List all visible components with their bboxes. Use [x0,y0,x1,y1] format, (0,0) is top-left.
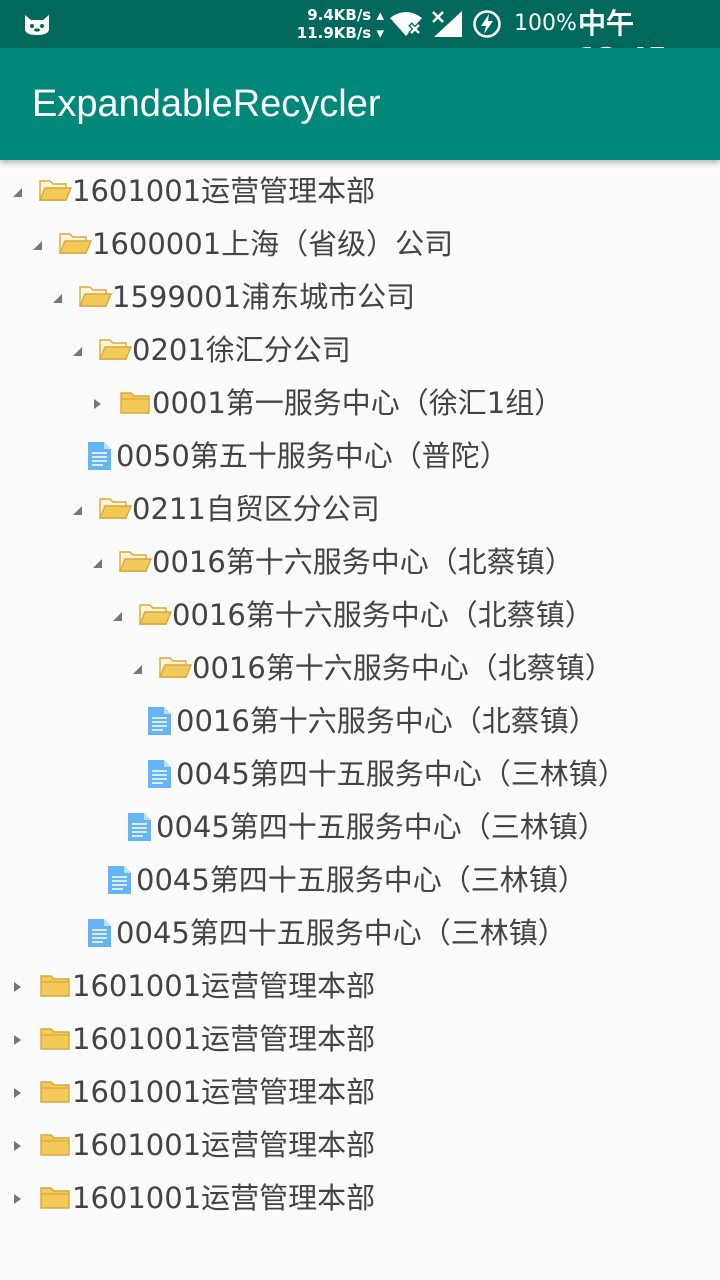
tree-row-label: 1601001运营管理本部 [72,1128,376,1162]
folder-closed-icon [40,1134,70,1156]
tree-row-folder[interactable]: 1601001运营管理本部 [0,1120,720,1173]
folder-closed-icon [40,975,70,997]
tree-row-label: 0016第十六服务中心（北蔡镇） [176,704,598,738]
tree-row-file[interactable]: 0045第四十五服务中心（三林镇） [0,908,720,961]
tree-row-folder[interactable]: 0016第十六服务中心（北蔡镇） [0,537,720,590]
tree-row-folder[interactable]: 1601001运营管理本部 [0,1173,720,1226]
file-icon [88,442,111,470]
battery-level: 100% [514,11,577,36]
expanded-arrow-icon[interactable] [70,503,84,517]
tree-row-label: 1601001运营管理本部 [72,1022,376,1056]
folder-open-icon [38,180,72,201]
tree-row-label: 0045第四十五服务中心（三林镇） [176,757,627,791]
tree-row-label: 0001第一服务中心（徐汇1组） [152,386,564,420]
expanded-arrow-icon[interactable] [110,609,124,623]
collapsed-arrow-icon[interactable] [10,1086,24,1100]
tree-row-file[interactable]: 0050第五十服务中心（普陀） [0,431,720,484]
tree-row-label: 0050第五十服务中心（普陀） [116,439,509,473]
collapsed-arrow-icon[interactable] [10,980,24,994]
file-icon [148,707,171,735]
folder-closed-icon [40,1081,70,1103]
tree-row-label: 0045第四十五服务中心（三林镇） [156,810,607,844]
tree-row-folder[interactable]: 0201徐汇分公司 [0,325,720,378]
tree-row-label: 1599001浦东城市公司 [112,280,416,314]
tree-row-label: 0045第四十五服务中心（三林镇） [116,916,567,950]
folder-open-icon [58,233,92,254]
tree-row-folder[interactable]: 0211自贸区分公司 [0,484,720,537]
tree-row-folder[interactable]: 1601001运营管理本部 [0,961,720,1014]
tree-row-label: 1601001运营管理本部 [72,174,376,208]
tree-row-folder[interactable]: 1601001运营管理本部 [0,166,720,219]
upload-speed: 11.9KB/s ▾ [296,24,384,42]
no-signal-icon [432,11,462,37]
folder-open-icon [118,551,152,572]
tree-row-file[interactable]: 0045第四十五服务中心（三林镇） [0,749,720,802]
expanded-arrow-icon[interactable] [70,344,84,358]
file-icon [148,760,171,788]
folder-open-icon [98,339,132,360]
network-speed: 9.4KB/s ▴ 11.9KB/s ▾ [292,6,384,42]
app-notification-icon [25,15,49,35]
tree-row-folder[interactable]: 0001第一服务中心（徐汇1组） [0,378,720,431]
file-icon [88,919,111,947]
folder-open-icon [158,657,192,678]
folder-open-icon [98,498,132,519]
tree-row-label: 1600001上海（省级）公司 [92,227,454,261]
wifi-icon [390,12,422,36]
tree-row-label: 0045第四十五服务中心（三林镇） [136,863,587,897]
app-bar: ExpandableRecycler [0,48,720,160]
status-bar: 9.4KB/s ▴ 11.9KB/s ▾ 100% 中午12:45 [0,0,720,74]
collapsed-arrow-icon[interactable] [10,1139,24,1153]
tree-row-folder[interactable]: 0016第十六服务中心（北蔡镇） [0,590,720,643]
expanded-arrow-icon[interactable] [10,185,24,199]
folder-closed-icon [120,392,150,414]
tree-row-label: 1601001运营管理本部 [72,969,376,1003]
tree-row-folder[interactable]: 1599001浦东城市公司 [0,272,720,325]
folder-closed-icon [40,1028,70,1050]
tree-row-folder[interactable]: 1601001运营管理本部 [0,1014,720,1067]
tree-row-label: 0016第十六服务中心（北蔡镇） [192,651,614,685]
charging-icon [473,10,501,38]
tree-row-file[interactable]: 0045第四十五服务中心（三林镇） [0,855,720,908]
collapsed-arrow-icon[interactable] [90,397,104,411]
tree-row-folder[interactable]: 1600001上海（省级）公司 [0,219,720,272]
tree-row-folder[interactable]: 1601001运营管理本部 [0,1067,720,1120]
tree-row-label: 1601001运营管理本部 [72,1181,376,1215]
file-icon [128,813,151,841]
download-speed: 9.4KB/s ▴ [307,6,384,24]
expanded-arrow-icon[interactable] [30,238,44,252]
app-title: ExpandableRecycler [32,83,381,125]
expanded-arrow-icon[interactable] [90,556,104,570]
tree-row-folder[interactable]: 0016第十六服务中心（北蔡镇） [0,643,720,696]
tree-row-label: 1601001运营管理本部 [72,1075,376,1109]
tree-list[interactable]: 1601001运营管理本部 1600001上海（省级）公司 1599001浦东城市公… [0,166,720,1226]
collapsed-arrow-icon[interactable] [10,1033,24,1047]
file-icon [108,866,131,894]
tree-row-label: 0211自贸区分公司 [132,492,380,526]
folder-closed-icon [40,1187,70,1209]
expanded-arrow-icon[interactable] [130,662,144,676]
expanded-arrow-icon[interactable] [50,291,64,305]
tree-row-label: 0201徐汇分公司 [132,333,351,367]
folder-open-icon [78,286,112,307]
tree-row-file[interactable]: 0045第四十五服务中心（三林镇） [0,802,720,855]
tree-row-label: 0016第十六服务中心（北蔡镇） [152,545,574,579]
tree-row-file[interactable]: 0016第十六服务中心（北蔡镇） [0,696,720,749]
tree-row-label: 0016第十六服务中心（北蔡镇） [172,598,594,632]
folder-open-icon [138,604,172,625]
collapsed-arrow-icon[interactable] [10,1192,24,1206]
